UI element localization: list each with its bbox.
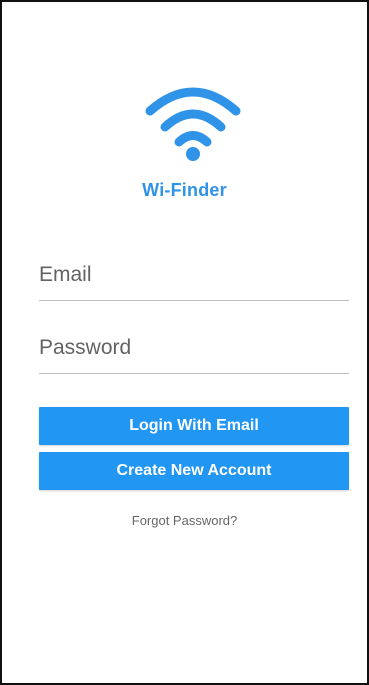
password-input[interactable]: [39, 333, 349, 363]
app-screen: Wi-Finder Login With Email Create New Ac…: [0, 0, 369, 685]
email-field[interactable]: [39, 250, 349, 301]
password-field[interactable]: [39, 323, 349, 374]
email-input[interactable]: [39, 260, 349, 290]
wifi-icon: [145, 87, 241, 161]
create-new-account-button[interactable]: Create New Account: [39, 452, 349, 490]
forgot-password-link[interactable]: Forgot Password?: [2, 513, 367, 528]
login-with-email-button[interactable]: Login With Email: [39, 407, 349, 445]
app-name: Wi-Finder: [142, 180, 227, 200]
